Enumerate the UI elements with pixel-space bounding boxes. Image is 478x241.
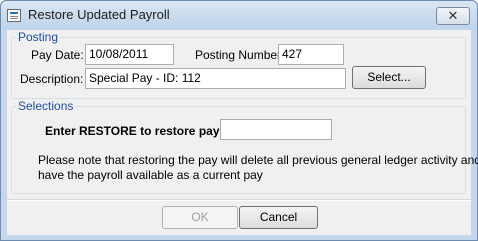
posting-number-label: Posting Number:: [195, 48, 285, 62]
selections-legend: Selections: [16, 99, 76, 113]
posting-group: Posting Pay Date: 10/08/2011 Posting Num…: [11, 30, 466, 99]
description-label: Description:: [20, 72, 84, 86]
footer-divider: [7, 199, 471, 201]
restore-input[interactable]: [220, 119, 332, 140]
description-field[interactable]: Special Pay - ID: 112: [85, 68, 346, 89]
pay-date-label: Pay Date:: [31, 48, 84, 62]
dialog-content: Posting Pay Date: 10/08/2011 Posting Num…: [7, 30, 478, 235]
title-bar[interactable]: Restore Updated Payroll ✕: [1, 1, 477, 29]
note-line-1: Please note that restoring the pay will …: [38, 153, 478, 167]
selections-group: Selections Enter RESTORE to restore pay:…: [11, 99, 478, 194]
restore-label: Enter RESTORE to restore pay:: [45, 124, 224, 138]
note-line-2: have the payroll available as a current …: [38, 168, 263, 182]
pay-date-field[interactable]: 10/08/2011: [85, 44, 174, 65]
dialog-window: Restore Updated Payroll ✕ Posting Pay Da…: [0, 0, 478, 241]
close-button[interactable]: ✕: [436, 7, 470, 25]
cancel-button[interactable]: Cancel: [239, 206, 318, 229]
posting-number-field[interactable]: 427: [278, 44, 344, 65]
window-title: Restore Updated Payroll: [28, 7, 170, 22]
posting-legend: Posting: [16, 30, 61, 44]
select-button[interactable]: Select...: [352, 66, 426, 89]
app-icon: [7, 9, 21, 22]
ok-button[interactable]: OK: [162, 206, 238, 229]
